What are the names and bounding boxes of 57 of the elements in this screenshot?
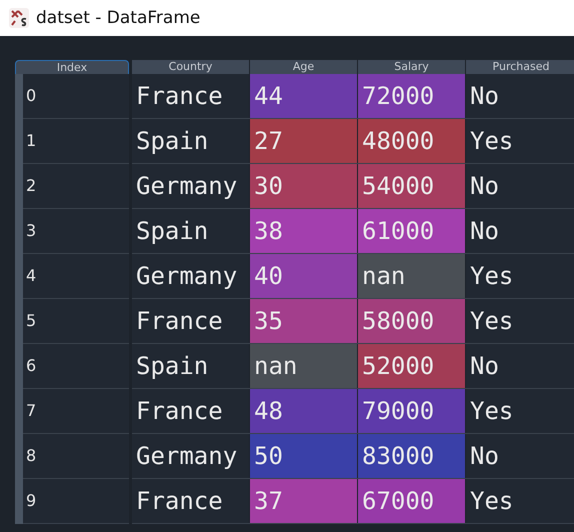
table-cell: Spain — [132, 344, 249, 388]
table-cell: 50 — [250, 434, 357, 478]
table-cell: 52000 — [358, 344, 465, 388]
table-cell: Spain — [132, 119, 249, 163]
table-cell: 48 — [250, 389, 357, 433]
table-cell: No — [466, 74, 574, 118]
table-cell: nan — [358, 254, 465, 298]
table-cell: 44 — [250, 74, 357, 118]
table-cell: 30 — [250, 164, 357, 208]
table-cell: France — [132, 479, 249, 523]
table-cell: 40 — [250, 254, 357, 298]
window-title: datset - DataFrame — [36, 8, 200, 28]
table-cell: No — [466, 344, 574, 388]
table-cell: France — [132, 389, 249, 433]
index-header[interactable]: Index — [15, 60, 129, 74]
column-header[interactable]: Purchased — [466, 60, 574, 74]
table-cell: Yes — [466, 299, 574, 343]
row-index: 9 — [23, 479, 129, 524]
table-cell: 61000 — [358, 209, 465, 253]
row-index: 1 — [23, 119, 129, 164]
table-cell: 72000 — [358, 74, 465, 118]
table-cell: Germany — [132, 164, 249, 208]
column-header[interactable]: Salary — [358, 60, 465, 74]
table-cell: Yes — [466, 119, 574, 163]
table-cell: 67000 — [358, 479, 465, 523]
column-header[interactable]: Age — [250, 60, 357, 74]
table-cell: 58000 — [358, 299, 465, 343]
row-index: 3 — [23, 209, 129, 254]
table-cell: 79000 — [358, 389, 465, 433]
column-header[interactable]: Country — [132, 60, 249, 74]
row-index: 0 — [23, 74, 129, 119]
table-cell: 37 — [250, 479, 357, 523]
row-index: 6 — [23, 344, 129, 389]
row-index: 8 — [23, 434, 129, 479]
row-index: 7 — [23, 389, 129, 434]
table-cell: No — [466, 434, 574, 478]
table-cell: Yes — [466, 389, 574, 433]
table-cell: France — [132, 74, 249, 118]
table-cell: France — [132, 299, 249, 343]
table-cell: 27 — [250, 119, 357, 163]
table-cell: 48000 — [358, 119, 465, 163]
table-cell: nan — [250, 344, 357, 388]
app-icon — [8, 7, 30, 29]
table-cell: Spain — [132, 209, 249, 253]
table-cell: Yes — [466, 479, 574, 523]
table-cell: 83000 — [358, 434, 465, 478]
row-index: 5 — [23, 299, 129, 344]
table-cell: 38 — [250, 209, 357, 253]
table-cell: No — [466, 164, 574, 208]
table-cell: Germany — [132, 254, 249, 298]
table-cell: No — [466, 209, 574, 253]
table-cell: Yes — [466, 254, 574, 298]
table-cell: 35 — [250, 299, 357, 343]
row-index: 4 — [23, 254, 129, 299]
table-cell: 54000 — [358, 164, 465, 208]
table-cell: Germany — [132, 434, 249, 478]
row-index: 2 — [23, 164, 129, 209]
